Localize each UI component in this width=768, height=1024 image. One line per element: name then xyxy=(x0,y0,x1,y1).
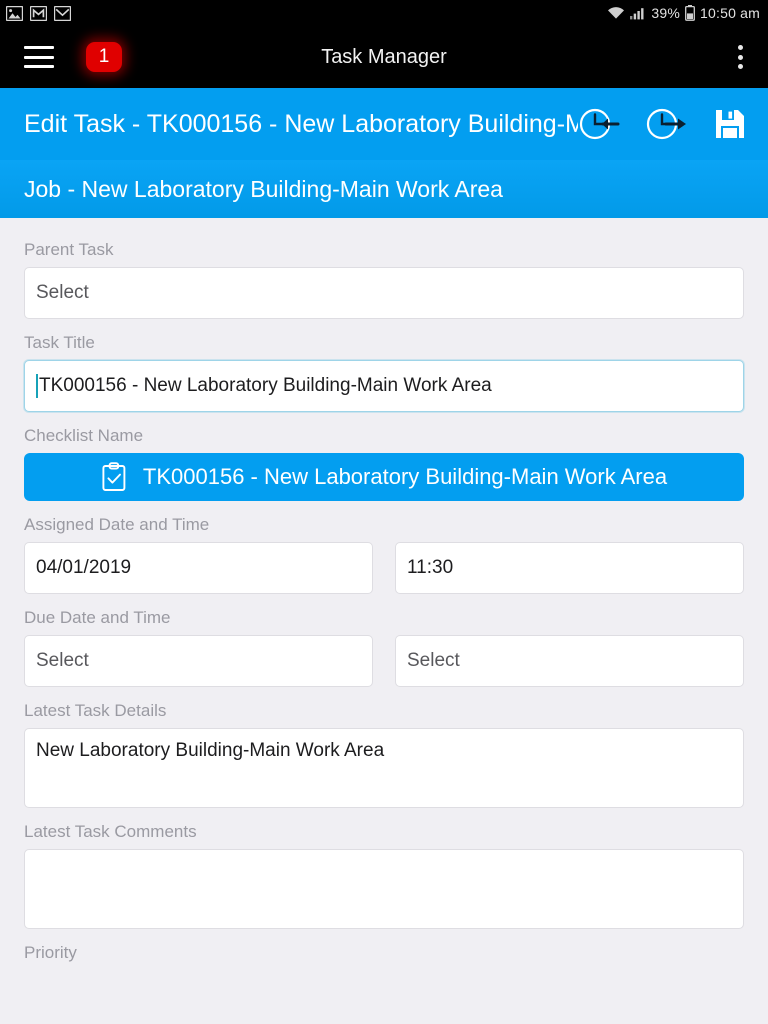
due-date-col: Select xyxy=(24,635,373,687)
wifi-icon xyxy=(608,7,626,19)
assigned-date-input[interactable]: 04/01/2019 xyxy=(24,542,373,594)
parent-task-label: Parent Task xyxy=(24,240,114,259)
task-comments-label: Latest Task Comments xyxy=(24,822,197,841)
job-sub-header: Job - New Laboratory Building-Main Work … xyxy=(0,160,768,218)
due-time-col: Select xyxy=(395,635,744,687)
job-sub-header-label: Job - New Laboratory Building-Main Work … xyxy=(24,175,503,202)
priority-label: Priority xyxy=(24,943,77,962)
task-title-value: TK000156 - New Laboratory Building-Main … xyxy=(39,375,492,396)
photo-icon xyxy=(6,5,23,21)
parent-task-select[interactable]: Select xyxy=(24,267,744,319)
battery-icon xyxy=(685,5,695,21)
field-task-comments: Latest Task Comments xyxy=(24,822,744,929)
hamburger-menu-icon[interactable] xyxy=(24,46,54,68)
assigned-datetime-row: 04/01/2019 11:30 xyxy=(24,542,744,594)
assigned-datetime-label: Assigned Date and Time xyxy=(24,515,210,534)
status-bar-notifications xyxy=(6,5,71,21)
save-icon[interactable] xyxy=(714,108,746,140)
task-comments-textarea[interactable] xyxy=(24,849,744,929)
field-task-title: Task Title TK000156 - New Laboratory Bui… xyxy=(24,333,744,412)
task-title-label: Task Title xyxy=(24,333,95,352)
field-task-details: Latest Task Details New Laboratory Build… xyxy=(24,701,744,808)
notification-badge[interactable]: 1 xyxy=(86,42,122,72)
clipboard-check-icon xyxy=(102,462,126,491)
checklist-button[interactable]: TK000156 - New Laboratory Building-Main … xyxy=(24,453,744,501)
task-title-input[interactable]: TK000156 - New Laboratory Building-Main … xyxy=(24,360,744,412)
app-bar: 1 Task Manager xyxy=(0,26,768,88)
text-caret xyxy=(36,374,38,398)
mail-icon xyxy=(54,5,71,21)
field-checklist-name: Checklist Name TK000156 - New Laboratory… xyxy=(24,426,744,501)
checklist-button-label: TK000156 - New Laboratory Building-Main … xyxy=(142,464,668,489)
assigned-time-input[interactable]: 11:30 xyxy=(395,542,744,594)
field-assigned-datetime: Assigned Date and Time 04/01/2019 11:30 xyxy=(24,515,744,594)
field-parent-task: Parent Task Select xyxy=(24,240,744,319)
due-datetime-row: Select Select xyxy=(24,635,744,687)
status-bar-system: 39% 10:50 am xyxy=(607,5,760,21)
task-details-label: Latest Task Details xyxy=(24,701,167,720)
clock-time-label: 10:50 am xyxy=(700,5,760,21)
due-date-input[interactable]: Select xyxy=(24,635,373,687)
header-actions xyxy=(578,104,746,144)
page-header: Edit Task - TK000156 - New Laboratory Bu… xyxy=(0,88,768,160)
assigned-date-col: 04/01/2019 xyxy=(24,542,373,594)
task-edit-form: Parent Task Select Task Title TK000156 -… xyxy=(0,218,768,1024)
clock-in-icon[interactable] xyxy=(578,104,620,144)
page-title: Edit Task - TK000156 - New Laboratory Bu… xyxy=(24,109,578,138)
due-datetime-label: Due Date and Time xyxy=(24,608,171,627)
gmail-icon xyxy=(30,5,47,21)
clock-out-icon[interactable] xyxy=(646,104,688,144)
signal-icon xyxy=(630,8,644,20)
due-time-input[interactable]: Select xyxy=(395,635,744,687)
overflow-menu-icon[interactable] xyxy=(728,43,752,71)
battery-percent-label: 39% xyxy=(651,5,681,21)
status-bar: 39% 10:50 am xyxy=(0,0,768,26)
task-details-textarea[interactable]: New Laboratory Building-Main Work Area xyxy=(24,728,744,808)
checklist-name-label: Checklist Name xyxy=(24,426,144,445)
assigned-time-col: 11:30 xyxy=(395,542,744,594)
field-due-datetime: Due Date and Time Select Select xyxy=(24,608,744,687)
